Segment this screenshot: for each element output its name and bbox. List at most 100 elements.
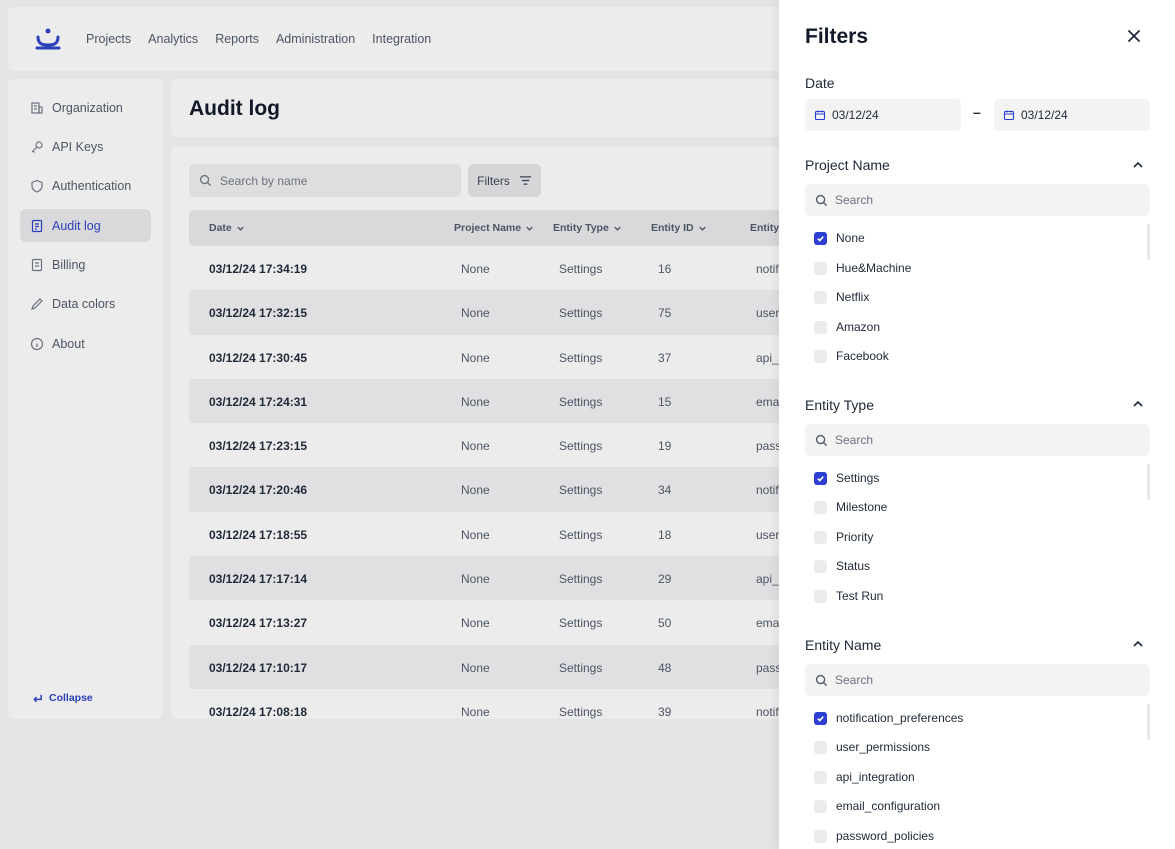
sidebar-item-label: Data colors: [52, 297, 116, 312]
date-range-separator: –: [973, 104, 981, 120]
filter-lines-icon: [519, 176, 531, 185]
sidebar-item-organization[interactable]: Organization: [20, 91, 151, 124]
cell-entity-type: Settings: [559, 350, 603, 365]
option-item[interactable]: Hue&Machine: [814, 261, 911, 275]
option-item[interactable]: Settings: [814, 471, 879, 485]
checkbox[interactable]: [814, 589, 827, 603]
app-logo-icon[interactable]: [34, 27, 62, 51]
entity-name-section-label: Entity Name: [805, 637, 882, 653]
chevron-up-icon[interactable]: [1132, 398, 1144, 410]
search-icon: [815, 194, 828, 206]
sidebar-item-data-colors[interactable]: Data colors: [20, 288, 151, 321]
cell-date: 03/12/24 17:23:15: [209, 439, 308, 454]
project-name-search-input[interactable]: Search: [805, 184, 1150, 216]
checkbox[interactable]: [814, 770, 827, 784]
option-item[interactable]: Amazon: [814, 320, 880, 334]
cell-entity-name: ema: [756, 616, 780, 631]
checkbox[interactable]: [814, 349, 827, 363]
column-header-label: Entity: [750, 222, 780, 234]
scrollbar[interactable]: [1147, 224, 1150, 260]
option-item[interactable]: notification_preferences: [814, 711, 963, 725]
entity-type-search-input[interactable]: Search: [805, 424, 1150, 456]
sidebar-item-api-keys[interactable]: API Keys: [20, 130, 151, 163]
option-item[interactable]: Netflix: [814, 290, 869, 304]
option-item[interactable]: Priority: [814, 530, 873, 544]
cell-entity-id: 48: [658, 660, 672, 675]
option-item[interactable]: Test Run: [814, 589, 883, 603]
checkbox[interactable]: [814, 530, 827, 544]
checkbox[interactable]: [814, 261, 827, 275]
nav-projects[interactable]: Projects: [86, 32, 131, 46]
nav-integration[interactable]: Integration: [372, 32, 431, 46]
sidebar-item-authentication[interactable]: Authentication: [20, 170, 151, 203]
search-icon: [199, 174, 212, 187]
option-item[interactable]: password_policies: [814, 829, 934, 843]
cell-date: 03/12/24 17:34:19: [209, 262, 308, 276]
collapse-label: Collapse: [49, 692, 93, 704]
option-item[interactable]: api_integration: [814, 770, 915, 784]
option-label: api_integration: [836, 770, 915, 784]
checkbox[interactable]: [814, 740, 827, 754]
chevron-up-icon[interactable]: [1132, 638, 1144, 650]
collapse-button[interactable]: Collapse: [32, 692, 93, 704]
checkbox-checked[interactable]: [814, 231, 827, 245]
cell-date: 03/12/24 17:10:17: [209, 660, 308, 675]
date-to-field[interactable]: 03/12/24: [994, 99, 1150, 131]
option-label: Settings: [836, 471, 880, 485]
sidebar-item-billing[interactable]: Billing: [20, 249, 151, 282]
cell-entity-name: api_: [756, 350, 779, 365]
scrollbar[interactable]: [1147, 464, 1150, 500]
option-item[interactable]: Milestone: [814, 500, 887, 514]
column-header-entity-type[interactable]: Entity Type: [553, 222, 622, 234]
checkbox-checked[interactable]: [814, 711, 827, 725]
checkbox[interactable]: [814, 290, 827, 304]
option-item[interactable]: Status: [814, 559, 870, 573]
nav-administration[interactable]: Administration: [276, 32, 355, 46]
cell-entity-name: user: [756, 306, 780, 321]
filters-button[interactable]: Filters: [468, 164, 541, 197]
cell-entity-type: Settings: [559, 439, 603, 454]
entity-type-section-label: Entity Type: [805, 397, 875, 413]
date-from-field[interactable]: 03/12/24: [805, 99, 961, 131]
option-item[interactable]: email_configuration: [814, 799, 940, 813]
column-header-project-name[interactable]: Project Name: [454, 222, 534, 234]
option-label: Amazon: [836, 320, 881, 334]
close-icon[interactable]: [1125, 27, 1143, 45]
chevron-down-icon: [526, 226, 533, 231]
cell-entity-type: Settings: [559, 306, 603, 321]
chevron-up-icon[interactable]: [1132, 159, 1144, 171]
cell-entity-type: Settings: [559, 262, 603, 276]
nav-analytics[interactable]: Analytics: [148, 32, 198, 46]
checkbox[interactable]: [814, 829, 827, 843]
entity-name-search-input[interactable]: Search: [805, 664, 1150, 696]
sidebar-item-audit-log[interactable]: Audit log: [20, 209, 151, 243]
cell-entity-id: 15: [658, 394, 672, 409]
option-item[interactable]: user_permissions: [814, 740, 930, 754]
sidebar-item-about[interactable]: About: [20, 327, 151, 360]
cell-entity-name: pass: [756, 660, 782, 675]
return-arrow-icon: [33, 694, 42, 702]
column-header-label: Entity ID: [651, 222, 694, 234]
checkbox[interactable]: [814, 559, 827, 573]
search-input[interactable]: Search by name: [189, 164, 461, 197]
cell-project-name: None: [461, 350, 490, 365]
nav-reports[interactable]: Reports: [215, 32, 259, 46]
key-icon: [30, 140, 44, 154]
checkbox[interactable]: [814, 799, 827, 813]
scrollbar[interactable]: [1147, 704, 1150, 740]
checkbox[interactable]: [814, 320, 827, 334]
column-header-entity-id[interactable]: Entity ID: [651, 222, 707, 234]
option-item[interactable]: None: [814, 231, 865, 245]
cell-entity-id: 16: [658, 262, 672, 276]
option-item[interactable]: Facebook: [814, 349, 889, 363]
date-label: Date: [805, 75, 835, 91]
option-label: None: [836, 231, 865, 245]
sidebar-item-label: Billing: [52, 258, 86, 273]
checkbox-checked[interactable]: [814, 471, 827, 485]
cell-entity-name: api_: [756, 572, 779, 587]
column-header-entity[interactable]: Entity: [750, 222, 779, 234]
column-header-date[interactable]: Date: [209, 222, 245, 234]
option-label: notification_preferences: [836, 711, 964, 725]
checkbox[interactable]: [814, 500, 827, 514]
cell-entity-id: 18: [658, 527, 672, 542]
